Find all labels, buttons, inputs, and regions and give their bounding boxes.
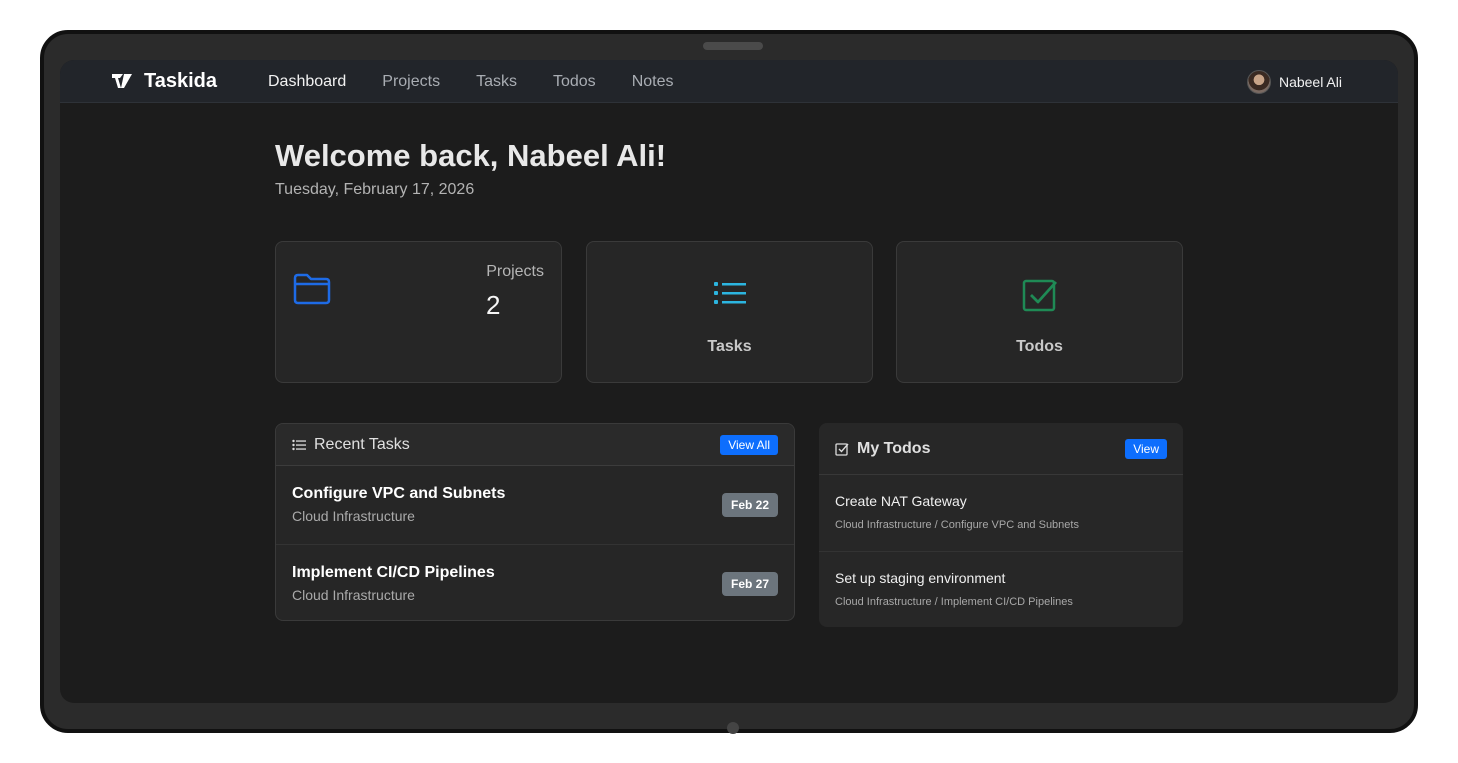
list-item[interactable]: Implement CI/CD Pipelines Cloud Infrastr… <box>276 544 794 620</box>
user-name: Nabeel Ali <box>1278 74 1342 90</box>
tasks-card[interactable]: Tasks <box>586 241 873 383</box>
list-icon <box>713 282 746 304</box>
brand-name: Taskida <box>144 69 217 92</box>
nav-link-tasks[interactable]: Tasks <box>476 73 517 91</box>
user-menu[interactable]: Nabeel Ali <box>1246 69 1342 95</box>
list-item[interactable]: Create NAT Gateway Cloud Infrastructure … <box>819 475 1183 551</box>
list-item[interactable]: Configure VPC and Subnets Cloud Infrastr… <box>276 466 794 544</box>
navbar: Taskida Dashboard Projects Tasks Todos N… <box>60 60 1398 103</box>
tasks-label: Tasks <box>707 338 752 355</box>
avatar <box>1246 70 1271 94</box>
todo-path: Cloud Infrastructure / Implement CI/CD P… <box>835 596 1073 608</box>
folder-icon <box>293 273 331 305</box>
my-todos-title: My Todos <box>857 439 931 457</box>
recent-tasks-panel: Recent Tasks View All Configure VPC and … <box>275 423 795 621</box>
nav-link-todos[interactable]: Todos <box>553 73 596 91</box>
projects-card[interactable]: Projects 2 <box>275 241 562 383</box>
current-date: Tuesday, February 17, 2026 <box>275 181 475 198</box>
device-notch <box>703 42 763 50</box>
nav-link-notes[interactable]: Notes <box>632 73 674 91</box>
taskida-logo-icon <box>112 74 132 88</box>
brand-link[interactable]: Taskida <box>110 68 217 94</box>
my-todos-panel: My Todos View Create NAT Gateway Cloud I… <box>819 423 1183 627</box>
nav-links: Dashboard Projects Tasks Todos Notes <box>250 60 691 103</box>
check-square-icon <box>1022 279 1057 312</box>
device-camera <box>727 722 739 734</box>
nav-link-projects[interactable]: Projects <box>382 73 440 91</box>
todo-title: Set up staging environment <box>835 570 1006 586</box>
list-icon <box>292 439 306 450</box>
view-todos-button[interactable]: View <box>1125 439 1167 459</box>
check-square-icon <box>835 442 849 456</box>
task-project: Cloud Infrastructure <box>292 508 415 524</box>
task-title: Configure VPC and Subnets <box>292 485 506 502</box>
todo-title: Create NAT Gateway <box>835 493 967 509</box>
todos-card[interactable]: Todos <box>896 241 1183 383</box>
projects-label: Projects <box>486 263 544 280</box>
due-date-badge: Feb 27 <box>721 572 778 596</box>
recent-tasks-title: Recent Tasks <box>314 435 410 453</box>
my-todos-header: My Todos View <box>819 423 1183 475</box>
view-all-tasks-button[interactable]: View All <box>720 435 778 455</box>
projects-count: 2 <box>486 290 501 320</box>
recent-tasks-header: Recent Tasks View All <box>276 424 794 466</box>
list-item[interactable]: Set up staging environment Cloud Infrast… <box>819 551 1183 627</box>
due-date-badge: Feb 22 <box>721 493 778 517</box>
todo-path: Cloud Infrastructure / Configure VPC and… <box>835 519 1079 531</box>
todos-label: Todos <box>1016 338 1063 355</box>
device-frame: Taskida Dashboard Projects Tasks Todos N… <box>40 30 1418 734</box>
task-title: Implement CI/CD Pipelines <box>292 564 495 581</box>
nav-link-dashboard[interactable]: Dashboard <box>268 73 346 91</box>
task-project: Cloud Infrastructure <box>292 587 415 603</box>
page-title: Welcome back, Nabeel Ali! <box>275 138 667 173</box>
app-screen: Taskida Dashboard Projects Tasks Todos N… <box>60 60 1398 703</box>
